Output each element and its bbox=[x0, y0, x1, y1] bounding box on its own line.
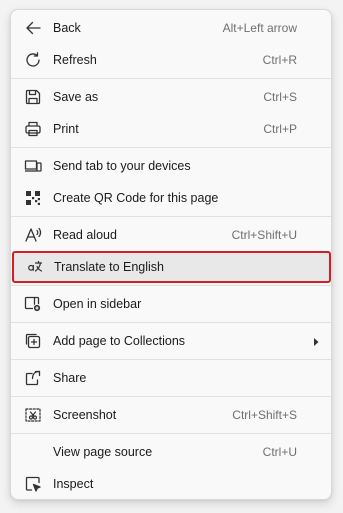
send-to-device-icon bbox=[24, 157, 42, 175]
read-aloud-icon bbox=[24, 226, 42, 244]
menu-item-shortcut: Ctrl+P bbox=[263, 122, 297, 136]
refresh-icon bbox=[24, 51, 42, 69]
context-menu: Back Alt+Left arrow Refresh Ctrl+R Save … bbox=[10, 9, 332, 500]
menu-item-label: Refresh bbox=[53, 53, 97, 67]
menu-item-add-to-collections[interactable]: Add page to Collections bbox=[11, 325, 331, 357]
back-arrow-icon bbox=[24, 19, 42, 37]
save-icon bbox=[24, 88, 42, 106]
menu-item-view-page-source[interactable]: View page source Ctrl+U bbox=[11, 436, 331, 468]
menu-item-send-tab[interactable]: Send tab to your devices bbox=[11, 150, 331, 182]
menu-separator bbox=[11, 216, 331, 217]
menu-item-back[interactable]: Back Alt+Left arrow bbox=[11, 12, 331, 44]
menu-item-label: Read aloud bbox=[53, 228, 117, 242]
menu-item-label: Send tab to your devices bbox=[53, 159, 191, 173]
menu-item-label: Translate to English bbox=[54, 260, 165, 274]
inspect-icon bbox=[24, 475, 42, 493]
menu-item-shortcut: Ctrl+Shift+U bbox=[231, 228, 297, 242]
menu-item-translate[interactable]: Translate to English bbox=[12, 251, 331, 283]
menu-separator bbox=[11, 285, 331, 286]
menu-item-label: Open in sidebar bbox=[53, 297, 142, 311]
menu-item-share[interactable]: Share bbox=[11, 362, 331, 394]
menu-item-shortcut: Ctrl+U bbox=[262, 445, 297, 459]
menu-item-shortcut: Ctrl+R bbox=[262, 53, 297, 67]
collections-icon bbox=[24, 332, 42, 350]
menu-item-refresh[interactable]: Refresh Ctrl+R bbox=[11, 44, 331, 76]
menu-item-label: Share bbox=[53, 371, 87, 385]
menu-separator bbox=[11, 359, 331, 360]
menu-item-label: Create QR Code for this page bbox=[53, 191, 219, 205]
menu-item-label: Add page to Collections bbox=[53, 334, 186, 348]
menu-item-open-in-sidebar[interactable]: Open in sidebar bbox=[11, 288, 331, 320]
menu-item-save-as[interactable]: Save as Ctrl+S bbox=[11, 81, 331, 113]
sidebar-icon bbox=[24, 295, 42, 313]
menu-item-shortcut: Ctrl+Shift+S bbox=[232, 408, 297, 422]
share-icon bbox=[24, 369, 42, 387]
menu-separator bbox=[11, 322, 331, 323]
menu-item-create-qr-code[interactable]: Create QR Code for this page bbox=[11, 182, 331, 214]
menu-item-screenshot[interactable]: Screenshot Ctrl+Shift+S bbox=[11, 399, 331, 431]
menu-item-shortcut: Alt+Left arrow bbox=[222, 21, 297, 35]
menu-item-label: Save as bbox=[53, 90, 99, 104]
menu-item-shortcut: Ctrl+S bbox=[263, 90, 297, 104]
chevron-right-icon bbox=[312, 336, 320, 346]
menu-separator bbox=[11, 396, 331, 397]
menu-item-read-aloud[interactable]: Read aloud Ctrl+Shift+U bbox=[11, 219, 331, 251]
menu-item-print[interactable]: Print Ctrl+P bbox=[11, 113, 331, 145]
menu-item-label: Back bbox=[53, 21, 81, 35]
qr-code-icon bbox=[24, 189, 42, 207]
menu-separator bbox=[11, 433, 331, 434]
menu-item-inspect[interactable]: Inspect bbox=[11, 468, 331, 500]
print-icon bbox=[24, 120, 42, 138]
menu-item-label: Screenshot bbox=[53, 408, 117, 422]
translate-icon bbox=[25, 258, 43, 276]
menu-separator bbox=[11, 78, 331, 79]
menu-item-label: View page source bbox=[53, 445, 153, 459]
menu-item-label: Inspect bbox=[53, 477, 94, 491]
screenshot-icon bbox=[24, 406, 42, 424]
menu-separator bbox=[11, 147, 331, 148]
menu-item-label: Print bbox=[53, 122, 79, 136]
